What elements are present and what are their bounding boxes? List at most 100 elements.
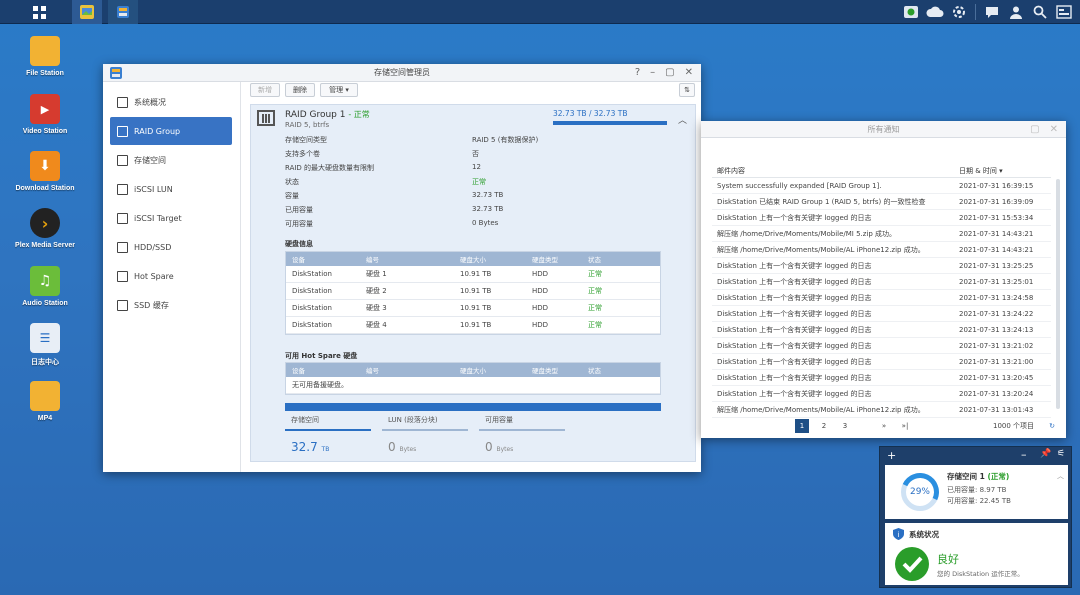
desktop-icon-1[interactable]: File Station xyxy=(8,36,82,77)
chat-bubble-icon[interactable] xyxy=(982,2,1002,22)
table-header-cell[interactable]: 硬盘大小 xyxy=(460,365,486,375)
notification-row[interactable]: DiskStation 上有一个含有关键字 logged 的日志 2021-07-… xyxy=(712,290,1051,306)
notification-row[interactable]: System successfully expanded [RAID Group… xyxy=(712,178,1051,194)
stat-underline xyxy=(479,429,565,431)
search-icon[interactable] xyxy=(1030,2,1050,22)
sidebar-item-ssd-cache[interactable]: SSD 缓存 xyxy=(110,291,232,319)
resource-monitor-icon[interactable] xyxy=(949,2,969,22)
sidebar-item-overview[interactable]: 系统概况 xyxy=(110,88,232,116)
sidebar-item-hot-spare[interactable]: Hot Spare xyxy=(110,262,232,290)
close-icon[interactable]: ✕ xyxy=(1050,124,1058,135)
notification-row[interactable]: DiskStation 上有一个含有关键字 logged 的日志 2021-07-… xyxy=(712,210,1051,226)
table-header-cell[interactable]: 编号 xyxy=(366,365,379,375)
notification-row[interactable]: DiskStation 上有一个含有关键字 logged 的日志 2021-07-… xyxy=(712,338,1051,354)
delete-button[interactable]: 删除 xyxy=(285,83,315,97)
next-page-icon[interactable]: » xyxy=(877,419,891,433)
notification-content: 解压缩 /home/Drive/Moments/Mobile/AL iPhone… xyxy=(717,405,925,414)
page-2-button[interactable]: 2 xyxy=(817,419,831,433)
maximize-icon[interactable]: ▢ xyxy=(665,67,674,78)
add-widget-icon[interactable]: + xyxy=(887,449,896,462)
volume-widget[interactable]: 29% 存储空间 1 (正常) 已用容量: 8.97 TB 可用容量: 22.4… xyxy=(885,465,1068,519)
table-row[interactable]: DiskStation 硬盘 1 10.91 TB HDD 正常 xyxy=(286,266,660,283)
refresh-icon[interactable]: ↻ xyxy=(1045,419,1059,433)
column-datetime[interactable]: 日期 & 时间 ▾ xyxy=(959,166,1003,176)
sidebar-item-hdd-ssd[interactable]: HDD/SSD xyxy=(110,233,232,261)
property-key: 容量 xyxy=(285,192,299,200)
svg-text:i: i xyxy=(898,531,900,539)
pin-icon[interactable]: 📌 xyxy=(1040,449,1051,459)
volume-used: 已用容量: 8.97 TB xyxy=(947,486,1007,494)
desktop-icon-7[interactable]: MP4 xyxy=(8,381,82,422)
desktop-icon-2[interactable]: ▶ Video Station xyxy=(8,94,82,135)
widgets-toggle-icon[interactable] xyxy=(1054,2,1074,22)
cloud-sync-icon[interactable] xyxy=(925,2,945,22)
health-check-icon xyxy=(895,547,929,581)
notification-row[interactable]: DiskStation 上有一个含有关键字 logged 的日志 2021-07-… xyxy=(712,354,1051,370)
notification-row[interactable]: DiskStation 上有一个含有关键字 logged 的日志 2021-07-… xyxy=(712,274,1051,290)
table-header-cell[interactable]: 状态 xyxy=(588,365,601,375)
disk-info-table: 设备 编号 硬盘大小 硬盘类型 状态 DiskStation 硬盘 1 10.91 TB HDD… xyxy=(285,251,661,335)
property-key: 可用容量 xyxy=(285,220,313,228)
taskbar-app-notifications[interactable] xyxy=(72,0,102,24)
notification-row[interactable]: 解压缩 /home/Drive/Moments/Mobile/AL iPhone… xyxy=(712,402,1051,418)
widget-settings-icon[interactable]: ⚟ xyxy=(1057,449,1065,459)
minimize-icon[interactable]: – xyxy=(1021,448,1027,461)
notification-row[interactable]: DiskStation 已结束 RAID Group 1 (RAID 5, bt… xyxy=(712,194,1051,210)
help-icon[interactable]: ? xyxy=(635,67,640,78)
backup-status-icon[interactable] xyxy=(901,2,921,22)
table-row[interactable]: DiskStation 硬盘 3 10.91 TB HDD 正常 xyxy=(286,300,660,317)
notification-time: 2021-07-31 13:24:22 xyxy=(959,309,1034,318)
raid-array-icon xyxy=(257,110,275,126)
notification-row[interactable]: DiskStation 上有一个含有关键字 logged 的日志 2021-07-… xyxy=(712,322,1051,338)
desktop-icon-3[interactable]: ⬇ Download Station xyxy=(8,151,82,192)
scrollbar[interactable] xyxy=(1056,179,1060,409)
new-button[interactable]: 新增 xyxy=(250,83,280,97)
collapse-chevron-icon[interactable]: ︿ xyxy=(678,113,687,126)
notification-row[interactable]: 解压缩 /home/Drive/Moments/Mobile/MI 5.zip … xyxy=(712,226,1051,242)
table-cell: HDD xyxy=(532,304,549,312)
desktop-icon-4[interactable]: › Plex Media Server xyxy=(8,208,82,249)
notification-row[interactable]: DiskStation 上有一个含有关键字 logged 的日志 2021-07-… xyxy=(712,306,1051,322)
table-header-cell[interactable]: 设备 xyxy=(292,254,305,264)
table-header-cell[interactable]: 设备 xyxy=(292,365,305,375)
table-header-cell[interactable]: 硬盘类型 xyxy=(532,365,558,375)
sidebar-item-storage-pool[interactable]: 存储空间 xyxy=(110,146,232,174)
last-page-icon[interactable]: »| xyxy=(898,419,912,433)
page-3-button[interactable]: 3 xyxy=(838,419,852,433)
sidebar-item-label: iSCSI Target xyxy=(134,213,182,223)
sort-button[interactable]: ⇅ xyxy=(679,83,695,97)
notification-row[interactable]: DiskStation 上有一个含有关键字 logged 的日志 2021-07-… xyxy=(712,370,1051,386)
user-icon[interactable] xyxy=(1006,2,1026,22)
sidebar-item-raid-group[interactable]: RAID Group xyxy=(110,117,232,145)
table-row[interactable]: DiskStation 硬盘 2 10.91 TB HDD 正常 xyxy=(286,283,660,300)
sidebar-item-iscsi-lun[interactable]: iSCSI LUN xyxy=(110,175,232,203)
table-header-cell[interactable]: 编号 xyxy=(366,254,379,264)
manage-dropdown[interactable]: 管理 ▾ xyxy=(320,83,358,97)
notifications-titlebar[interactable]: 所有通知 ▢ ✕ xyxy=(701,121,1066,138)
taskbar xyxy=(0,0,1080,24)
taskbar-app-storage-manager[interactable] xyxy=(108,0,138,24)
expand-chevron-icon[interactable]: ︿ xyxy=(1057,471,1064,481)
table-header-cell[interactable]: 硬盘类型 xyxy=(532,254,558,264)
maximize-icon[interactable]: ▢ xyxy=(1030,124,1039,135)
system-health-widget[interactable]: i 系统状况 良好 您的 DiskStation 运作正常。 xyxy=(885,523,1068,585)
table-row[interactable]: DiskStation 硬盘 4 10.91 TB HDD 正常 xyxy=(286,317,660,334)
column-content[interactable]: 邮件内容 xyxy=(717,166,745,176)
notification-row[interactable]: DiskStation 上有一个含有关键字 logged 的日志 2021-07-… xyxy=(712,386,1051,402)
close-icon[interactable]: ✕ xyxy=(685,67,693,78)
main-menu-button[interactable] xyxy=(26,0,52,24)
notification-content: DiskStation 上有一个含有关键字 logged 的日志 xyxy=(717,373,872,382)
page-1-button[interactable]: 1 xyxy=(795,419,809,433)
sidebar-item-iscsi-target[interactable]: iSCSI Target xyxy=(110,204,232,232)
notification-row[interactable]: 解压缩 /home/Drive/Moments/Mobile/AL iPhone… xyxy=(712,242,1051,258)
window-titlebar[interactable]: 存储空间管理员 ? – ▢ ✕ xyxy=(103,64,701,82)
stat-number: 32.7 xyxy=(291,440,318,454)
desktop-icon-6[interactable]: ☰ 日志中心 xyxy=(8,323,82,367)
notification-row[interactable]: DiskStation 上有一个含有关键字 logged 的日志 2021-07-… xyxy=(712,258,1051,274)
table-header-cell[interactable]: 状态 xyxy=(588,254,601,264)
raid-group-header[interactable]: RAID Group 1 - 正常 RAID 5, btrfs 32.73 TB… xyxy=(251,105,695,133)
notification-time: 2021-07-31 16:39:09 xyxy=(959,197,1034,206)
minimize-icon[interactable]: – xyxy=(650,67,655,78)
table-header-cell[interactable]: 硬盘大小 xyxy=(460,254,486,264)
desktop-icon-5[interactable]: ♫ Audio Station xyxy=(8,266,82,307)
